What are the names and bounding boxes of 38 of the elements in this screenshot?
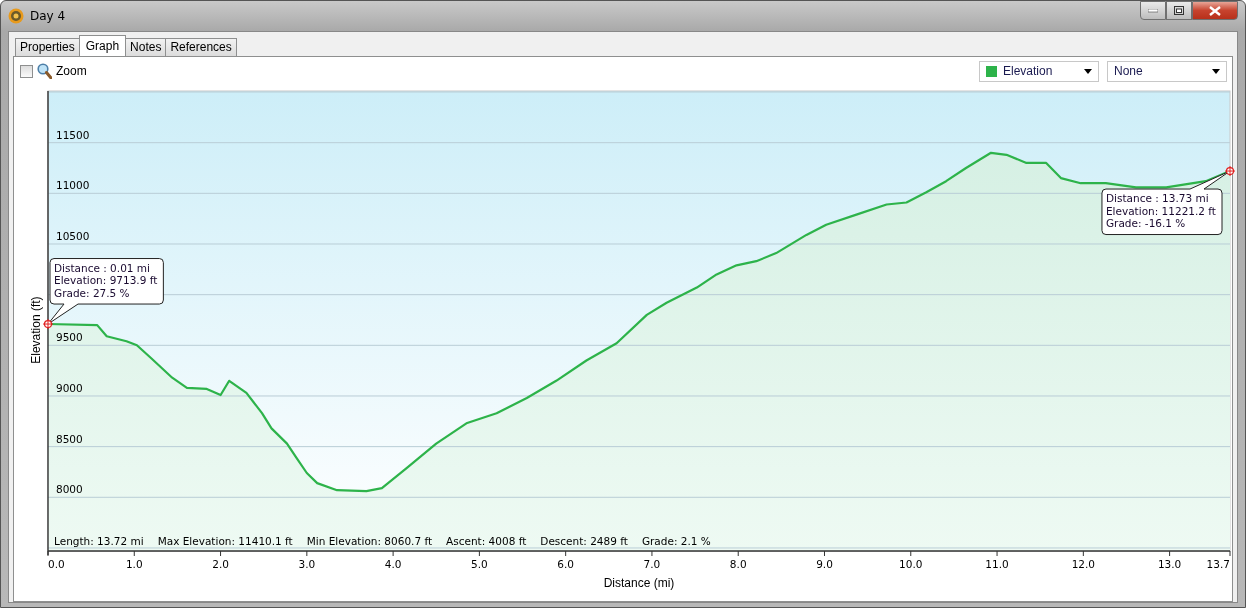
zoom-label: Zoom [56, 64, 87, 78]
window-title: Day 4 [30, 9, 66, 23]
axis-tick-label: 13.0 [1157, 558, 1182, 570]
axis-tick-label: 1.0 [125, 558, 143, 570]
axis-tick-label: 11.0 [985, 558, 1009, 570]
summary-stat: Length: 13.72 mi [54, 535, 144, 547]
axis-tick-label: 7.0 [643, 558, 661, 570]
x-axis-title: Distance (mi) [603, 576, 675, 590]
axis-tick-label: 8500 [56, 432, 83, 445]
axis-tick-label: 12.0 [1071, 558, 1095, 570]
axis-tick-label: 4.0 [384, 558, 402, 570]
axis-tick-label: 9000 [56, 382, 83, 394]
axis-tick-label: 11000 [56, 179, 90, 192]
summary-stat: Min Elevation: 8060.7 ft [306, 535, 433, 547]
axis-tick-label: 8.0 [729, 558, 747, 570]
axis-tick-label: 5.0 [471, 558, 488, 570]
axis-tick-label: 2.0 [212, 558, 229, 570]
summary-stat: Max Elevation: 11410.1 ft [157, 535, 293, 547]
tooltip-text: Distance : 13.73 mi [1105, 192, 1209, 205]
summary-stat: Ascent: 4008 ft [446, 535, 527, 547]
y-axis-title: Elevation (ft) [29, 296, 43, 364]
axis-tick-label: 11500 [56, 128, 90, 141]
summary-stat: Grade: 2.1 % [641, 535, 711, 547]
axis-tick-label: 9500 [56, 331, 83, 344]
tooltip-text: Elevation: 11221.2 ft [1105, 204, 1216, 217]
summary-stat: Descent: 2489 ft [540, 535, 628, 547]
axis-tick-label: 0.0 [48, 558, 65, 570]
axis-tick-label: 10500 [56, 230, 90, 242]
tooltip-text: Grade: -16.1 % [1105, 217, 1186, 230]
axis-tick-label: 8000 [56, 483, 83, 496]
tooltip-text: Distance : 0.01 mi [54, 261, 150, 274]
axis-tick-label: 10.0 [899, 558, 923, 570]
axis-tick-label: 3.0 [298, 558, 316, 570]
axis-tick-label: 6.0 [557, 558, 574, 570]
axis-tick-label: 13.7 [1206, 558, 1230, 570]
tooltip-text: Elevation: 9713.9 ft [54, 274, 158, 287]
tooltip-text: Grade: 27.5 % [54, 286, 130, 299]
axis-tick-label: 9.0 [816, 558, 833, 570]
